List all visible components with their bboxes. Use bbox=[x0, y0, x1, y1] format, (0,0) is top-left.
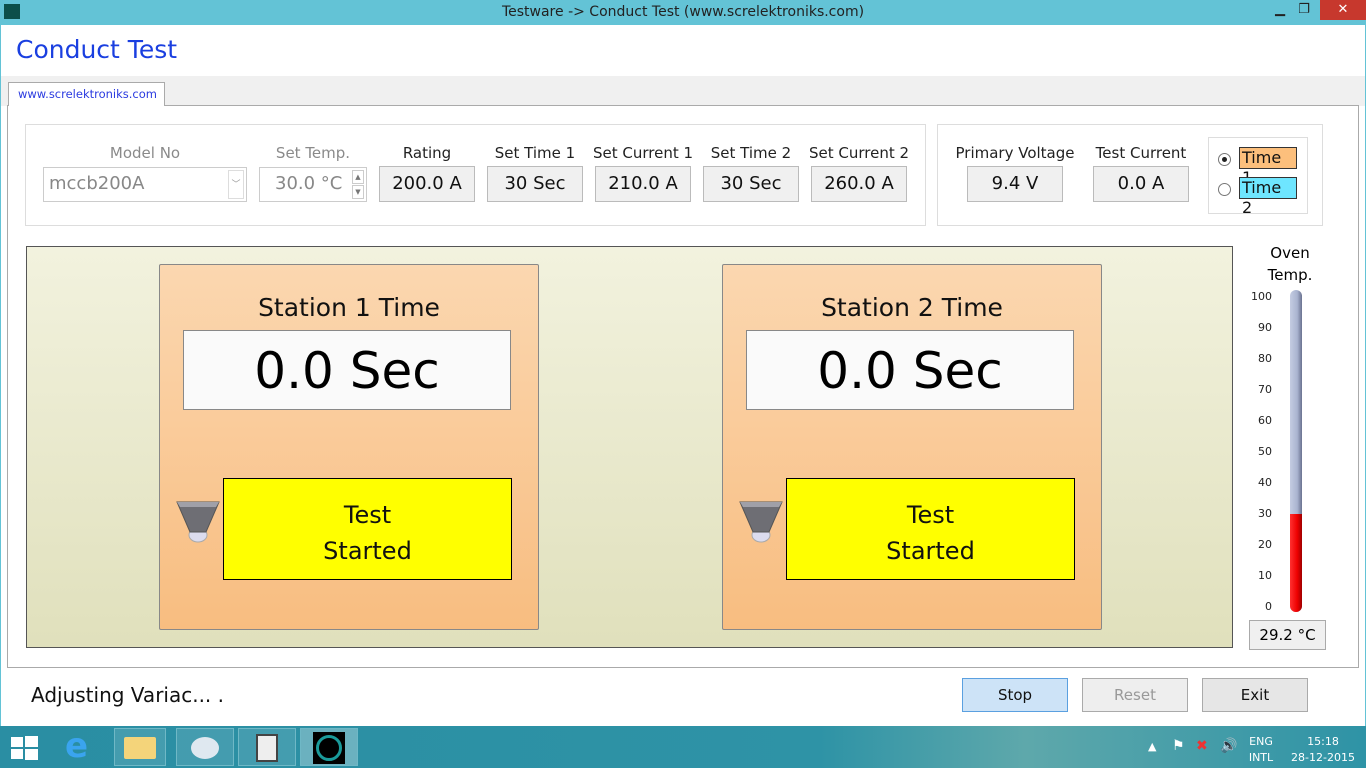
title-bar: Testware -> Conduct Test (www.screlektro… bbox=[0, 0, 1366, 25]
set-time-1-label: Set Time 1 bbox=[494, 144, 576, 162]
flag-icon[interactable]: ⚑ bbox=[1172, 738, 1185, 754]
thermometer-tick-label: 20 bbox=[1258, 538, 1272, 551]
testware-icon bbox=[313, 732, 345, 764]
tab-screlektroniks[interactable]: www.screlektroniks.com bbox=[8, 82, 165, 106]
test-current-value: 0.0 A bbox=[1093, 166, 1189, 202]
minimize-button[interactable]: ▁ bbox=[1268, 0, 1292, 20]
set-time-2-value: 30 Sec bbox=[703, 166, 799, 202]
clock[interactable]: 15:18 28-12-2015 bbox=[1288, 734, 1358, 766]
chevron-down-icon[interactable]: ﹀ bbox=[228, 170, 244, 199]
thermometer-tick-label: 60 bbox=[1258, 414, 1272, 427]
thermometer-tick-label: 10 bbox=[1258, 569, 1272, 582]
thermometer-tick-label: 90 bbox=[1258, 321, 1272, 334]
oven-thermometer: Oven Temp. 100 90 80 70 60 50 40 30 20 10 0 bbox=[1240, 240, 1340, 660]
model-no-label: Model No bbox=[109, 144, 181, 162]
station-1-status: Test Started bbox=[223, 478, 512, 580]
set-temp-stepper[interactable]: 30.0 °C ▲ ▼ bbox=[259, 167, 367, 202]
volume-icon[interactable]: 🔊 bbox=[1220, 738, 1237, 754]
model-no-dropdown[interactable]: mccb200A ﹀ bbox=[43, 167, 247, 202]
set-time-2-label: Set Time 2 bbox=[710, 144, 792, 162]
exit-button[interactable]: Exit bbox=[1202, 678, 1308, 712]
station-2-title: Station 2 Time bbox=[821, 293, 1003, 322]
close-button[interactable]: ✕ bbox=[1320, 0, 1366, 20]
primary-voltage-value: 9.4 V bbox=[967, 166, 1063, 202]
folder-icon bbox=[124, 737, 156, 759]
rating-value: 200.0 A bbox=[379, 166, 475, 202]
set-temp-label: Set Temp. bbox=[275, 144, 351, 162]
show-hidden-icons[interactable]: ▲ bbox=[1148, 740, 1156, 753]
station-2-panel: Station 2 Time 0.0 Sec Test Started bbox=[722, 264, 1102, 630]
thermometer-tick-label: 70 bbox=[1258, 383, 1272, 396]
time-1-label[interactable]: Time 1 bbox=[1239, 147, 1297, 187]
lang-text: ENG bbox=[1249, 735, 1273, 748]
thermometer-tick-label: 80 bbox=[1258, 352, 1272, 365]
spin-down-icon[interactable]: ▼ bbox=[352, 185, 364, 199]
station-1-time: 0.0 Sec bbox=[183, 330, 511, 410]
lamp-icon bbox=[739, 501, 783, 543]
libreoffice-taskbar-button[interactable] bbox=[238, 728, 296, 766]
palette-icon bbox=[191, 737, 219, 759]
station-2-time: 0.0 Sec bbox=[746, 330, 1074, 410]
testware-taskbar-button[interactable] bbox=[300, 728, 358, 766]
primary-voltage-label: Primary Voltage bbox=[955, 144, 1075, 162]
time-2-label[interactable]: Time 2 bbox=[1239, 177, 1297, 217]
clock-date: 28-12-2015 bbox=[1291, 751, 1355, 764]
language-indicator[interactable]: ENG INTL bbox=[1244, 734, 1278, 766]
reset-button[interactable]: Reset bbox=[1082, 678, 1188, 712]
thermometer-tick-label: 30 bbox=[1258, 507, 1272, 520]
set-current-2-label: Set Current 2 bbox=[808, 144, 910, 162]
station-1-panel: Station 1 Time 0.0 Sec Test Started bbox=[159, 264, 539, 630]
oven-temp-label: Oven Temp. bbox=[1267, 244, 1313, 284]
model-no-value: mccb200A bbox=[49, 173, 145, 194]
set-current-2-value: 260.0 A bbox=[811, 166, 907, 202]
thermometer-fill bbox=[1290, 514, 1302, 612]
station-2-status: Test Started bbox=[786, 478, 1075, 580]
set-time-1-value: 30 Sec bbox=[487, 166, 583, 202]
oven-temp-value: 29.2 °C bbox=[1249, 620, 1326, 650]
clock-time: 15:18 bbox=[1307, 735, 1339, 748]
page-title: Conduct Test bbox=[16, 35, 178, 64]
thermometer-tube bbox=[1290, 290, 1302, 612]
app-icon bbox=[4, 4, 20, 19]
set-current-1-value: 210.0 A bbox=[595, 166, 691, 202]
windows-start-icon[interactable] bbox=[11, 736, 39, 760]
document-icon bbox=[256, 734, 278, 762]
set-temp-value: 30.0 °C bbox=[275, 173, 343, 194]
internet-explorer-icon[interactable]: e bbox=[65, 727, 88, 765]
window-title: Testware -> Conduct Test (www.screlektro… bbox=[501, 4, 865, 20]
layout-text: INTL bbox=[1248, 751, 1274, 764]
stop-button[interactable]: Stop bbox=[962, 678, 1068, 712]
explorer-taskbar-button[interactable] bbox=[114, 728, 166, 766]
rating-label: Rating bbox=[402, 144, 452, 162]
lamp-icon bbox=[176, 501, 220, 543]
station-1-title: Station 1 Time bbox=[258, 293, 440, 322]
set-current-1-label: Set Current 1 bbox=[592, 144, 694, 162]
time-1-radio[interactable] bbox=[1218, 153, 1231, 166]
status-message: Adjusting Variac... . bbox=[31, 683, 225, 707]
network-error-icon[interactable]: ✖ bbox=[1196, 738, 1208, 754]
spin-up-icon[interactable]: ▲ bbox=[352, 170, 364, 184]
time-2-radio[interactable] bbox=[1218, 183, 1231, 196]
thermometer-tick-label: 50 bbox=[1258, 445, 1272, 458]
restore-button[interactable]: ❐ bbox=[1292, 0, 1316, 20]
thermometer-tick-label: 100 bbox=[1251, 290, 1272, 303]
paint-taskbar-button[interactable] bbox=[176, 728, 234, 766]
thermometer-tick-label: 40 bbox=[1258, 476, 1272, 489]
thermometer-tick-label: 0 bbox=[1265, 600, 1272, 613]
test-current-label: Test Current bbox=[1095, 144, 1187, 162]
tab-strip bbox=[1, 76, 1365, 106]
